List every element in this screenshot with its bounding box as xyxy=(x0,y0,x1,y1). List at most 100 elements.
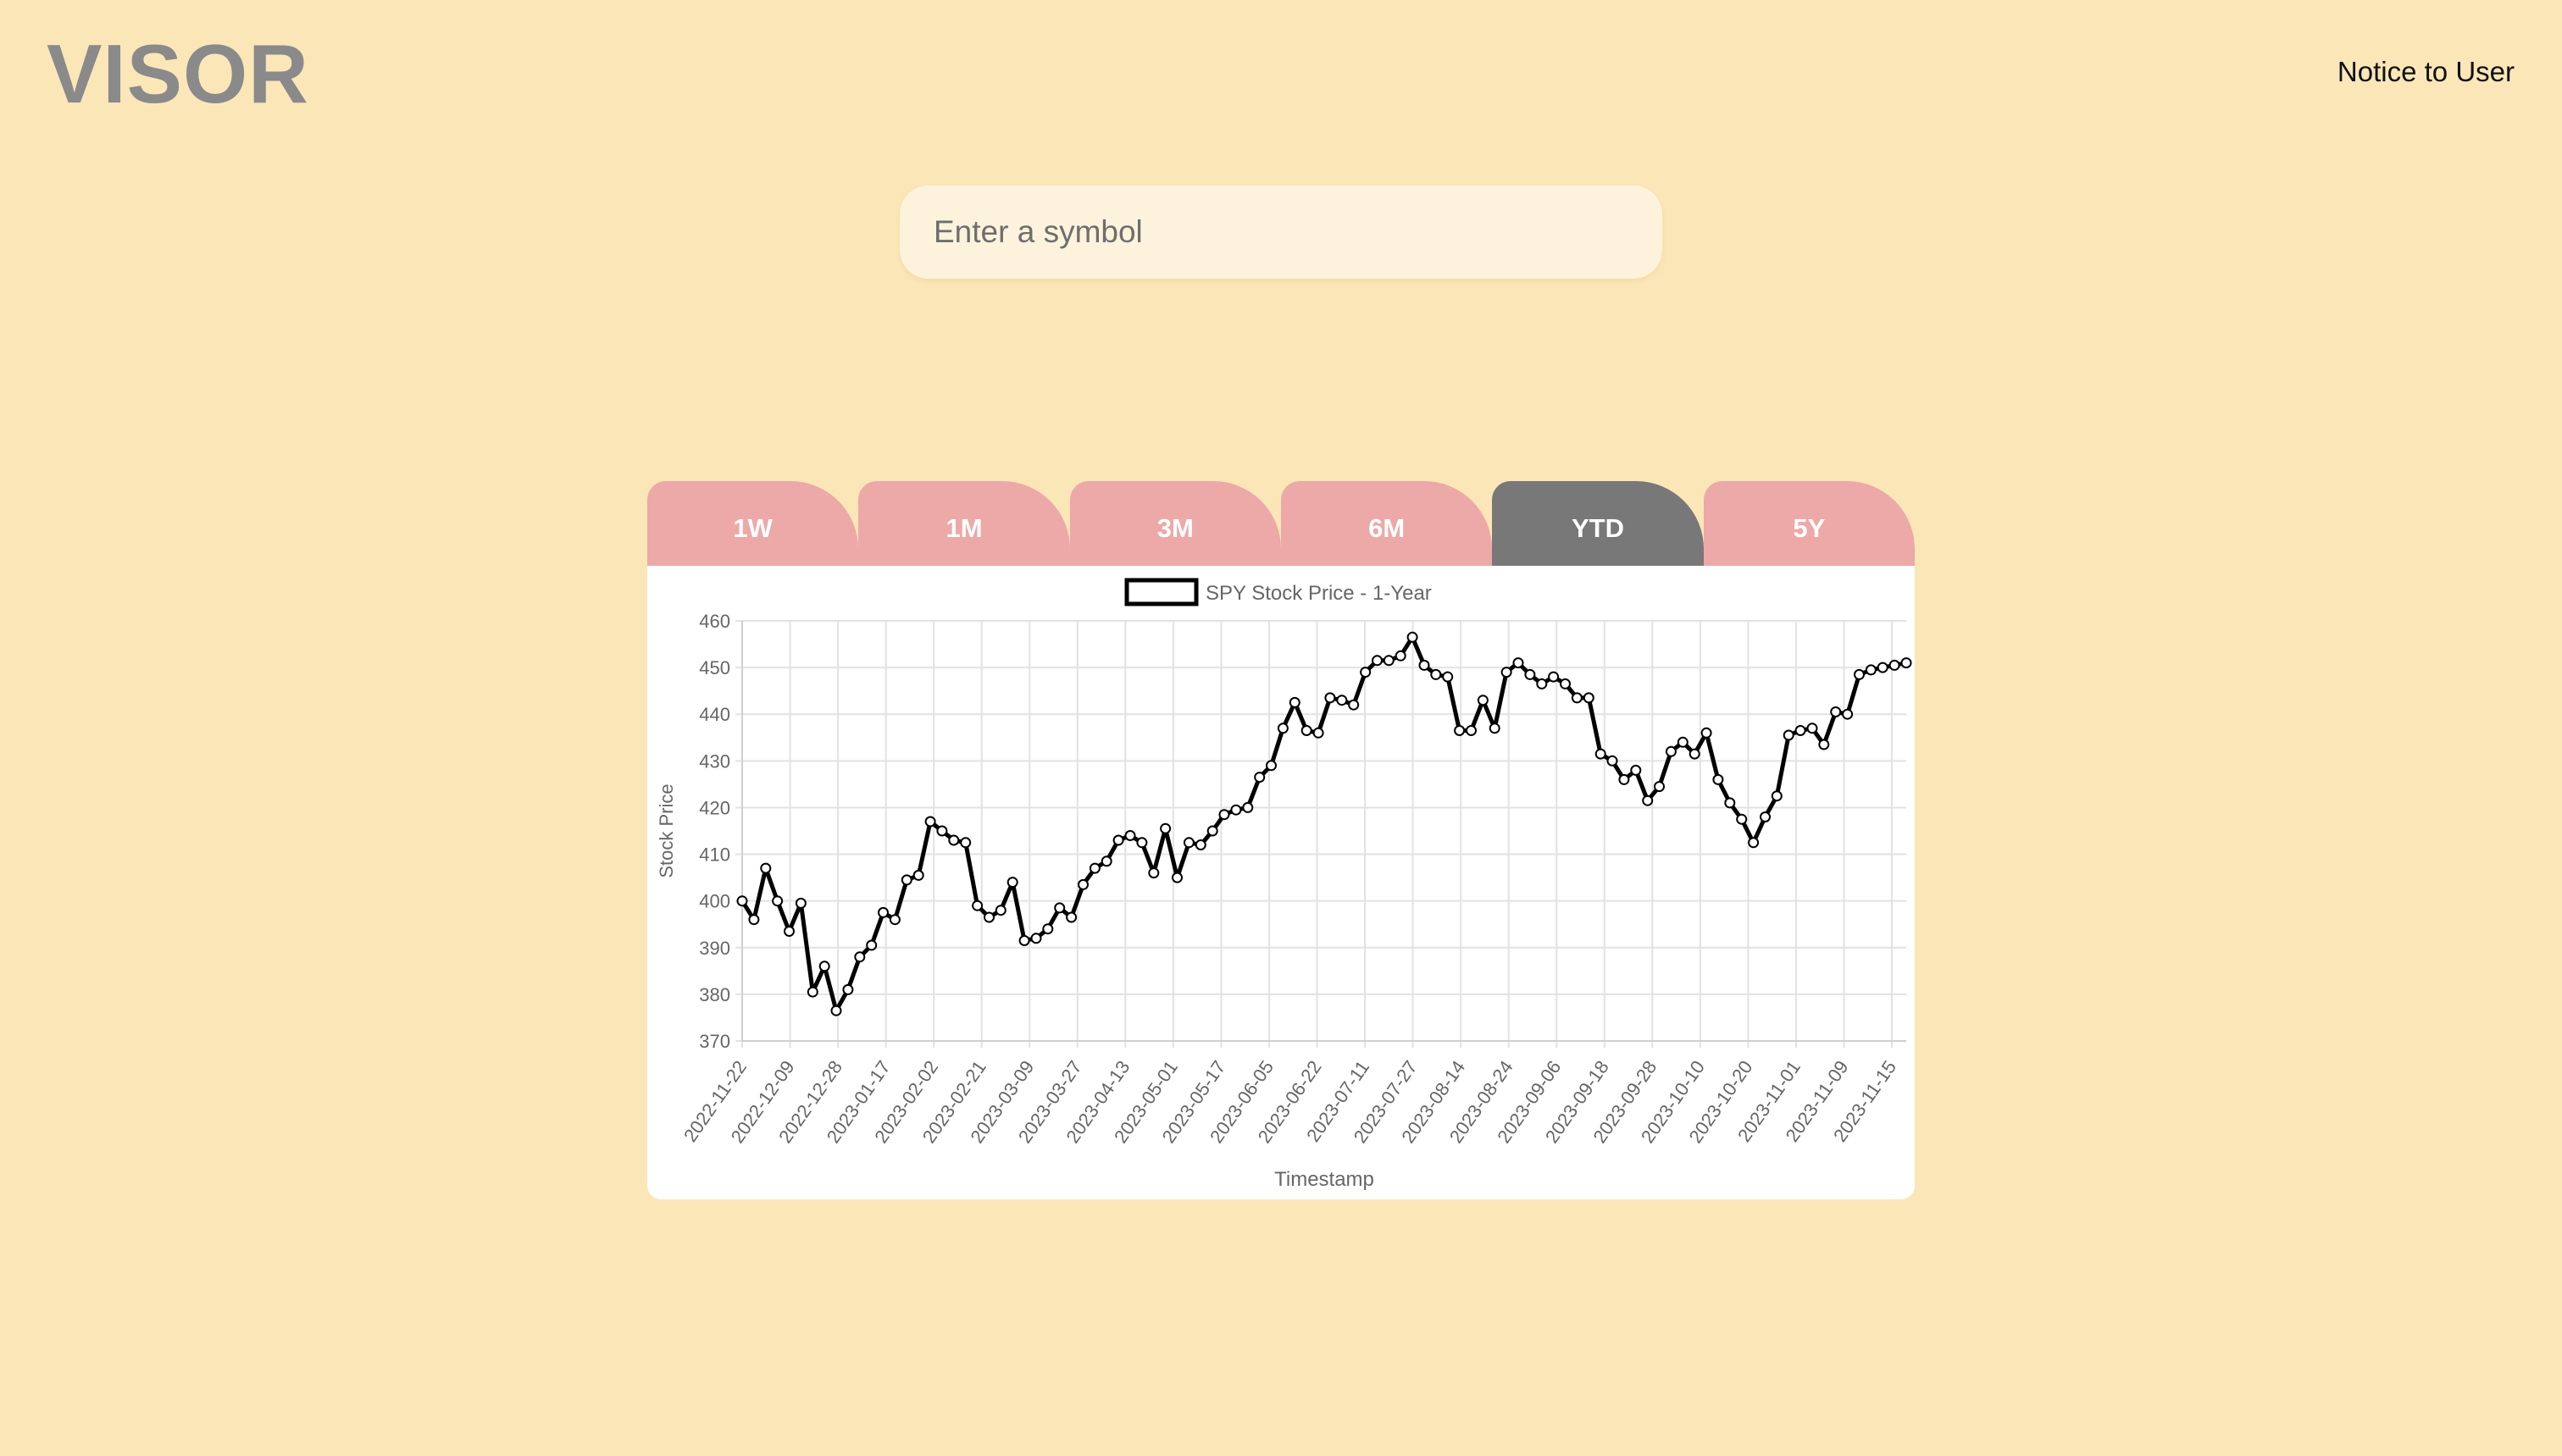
tab-ytd[interactable]: YTD xyxy=(1492,481,1704,567)
price-point[interactable] xyxy=(1089,862,1101,874)
price-point[interactable] xyxy=(1266,760,1277,772)
price-point[interactable] xyxy=(1383,655,1395,667)
price-point[interactable] xyxy=(936,825,948,837)
price-point[interactable] xyxy=(1195,839,1206,850)
price-point[interactable] xyxy=(1806,722,1818,734)
price-point[interactable] xyxy=(984,911,995,923)
price-point[interactable] xyxy=(1395,650,1406,662)
price-point[interactable] xyxy=(760,862,772,874)
price-point[interactable] xyxy=(1700,727,1712,739)
price-point[interactable] xyxy=(1054,902,1066,914)
price-point[interactable] xyxy=(854,951,866,963)
price-point[interactable] xyxy=(1512,657,1524,669)
price-point[interactable] xyxy=(1018,935,1030,946)
price-point[interactable] xyxy=(1124,830,1136,841)
price-point[interactable] xyxy=(1277,722,1289,734)
price-point[interactable] xyxy=(1300,725,1312,736)
price-point[interactable] xyxy=(1794,725,1806,736)
price-point[interactable] xyxy=(1865,664,1877,676)
price-point[interactable] xyxy=(901,874,912,886)
price-point[interactable] xyxy=(736,895,748,907)
price-point[interactable] xyxy=(1654,781,1665,793)
price-point[interactable] xyxy=(1372,655,1383,667)
price-point[interactable] xyxy=(1888,659,1900,671)
tab-3m[interactable]: 3M xyxy=(1069,481,1281,567)
price-point[interactable] xyxy=(1748,837,1760,849)
price-point[interactable] xyxy=(1206,825,1218,837)
price-point[interactable] xyxy=(960,837,972,849)
price-point[interactable] xyxy=(1665,745,1677,757)
price-point[interactable] xyxy=(818,961,830,972)
price-point[interactable] xyxy=(1818,739,1830,750)
symbol-search-input[interactable] xyxy=(900,185,1662,279)
price-point[interactable] xyxy=(1606,755,1618,767)
price-point[interactable] xyxy=(1571,692,1583,704)
price-point[interactable] xyxy=(972,900,984,911)
price-point[interactable] xyxy=(1477,695,1489,706)
price-point[interactable] xyxy=(1900,657,1912,669)
tab-1w[interactable]: 1W xyxy=(647,481,859,567)
price-point[interactable] xyxy=(1183,837,1195,849)
price-point[interactable] xyxy=(772,895,784,907)
price-point[interactable] xyxy=(1289,696,1300,708)
price-point[interactable] xyxy=(807,986,818,998)
price-point[interactable] xyxy=(1771,790,1783,802)
price-point[interactable] xyxy=(1172,872,1183,883)
price-point[interactable] xyxy=(1689,748,1700,760)
price-point[interactable] xyxy=(842,983,854,995)
price-point[interactable] xyxy=(1242,801,1254,813)
price-point[interactable] xyxy=(1854,668,1865,680)
price-point[interactable] xyxy=(1336,695,1348,706)
price-point[interactable] xyxy=(1560,678,1571,689)
price-point[interactable] xyxy=(748,914,760,926)
price-point[interactable] xyxy=(924,816,936,828)
tab-1m[interactable]: 1M xyxy=(858,481,1070,567)
tab-5y[interactable]: 5Y xyxy=(1703,481,1915,567)
price-point[interactable] xyxy=(1406,631,1418,643)
price-point[interactable] xyxy=(1524,668,1536,680)
price-point[interactable] xyxy=(1489,722,1500,734)
price-point[interactable] xyxy=(1783,729,1794,741)
price-point[interactable] xyxy=(1677,736,1689,748)
price-point[interactable] xyxy=(912,869,924,881)
price-point[interactable] xyxy=(1454,725,1466,736)
price-point[interactable] xyxy=(1442,671,1454,683)
price-point[interactable] xyxy=(948,834,960,846)
price-point[interactable] xyxy=(1254,772,1266,783)
chart-legend[interactable]: SPY Stock Price - 1-Year xyxy=(1124,578,1432,606)
price-point[interactable] xyxy=(1324,692,1336,704)
notice-to-user-link[interactable]: Notice to User xyxy=(2337,58,2515,86)
price-point[interactable] xyxy=(1160,822,1172,834)
price-point[interactable] xyxy=(1830,706,1842,717)
tab-6m[interactable]: 6M xyxy=(1280,481,1493,567)
price-point[interactable] xyxy=(878,906,889,918)
price-point[interactable] xyxy=(1006,877,1018,889)
price-point[interactable] xyxy=(1548,671,1560,683)
price-point[interactable] xyxy=(1066,911,1078,923)
price-point[interactable] xyxy=(1042,923,1054,935)
price-point[interactable] xyxy=(1136,837,1148,849)
price-point[interactable] xyxy=(1312,727,1324,739)
price-point[interactable] xyxy=(1877,662,1888,673)
price-point[interactable] xyxy=(795,897,807,909)
price-point[interactable] xyxy=(1736,813,1748,825)
price-point[interactable] xyxy=(995,905,1006,916)
price-point[interactable] xyxy=(1594,748,1606,760)
price-point[interactable] xyxy=(1430,668,1442,680)
price-point[interactable] xyxy=(889,914,901,926)
price-point[interactable] xyxy=(1360,667,1372,678)
price-point[interactable] xyxy=(1842,708,1854,720)
price-point[interactable] xyxy=(1642,794,1654,806)
price-point[interactable] xyxy=(866,939,878,951)
price-point[interactable] xyxy=(784,926,795,937)
price-point[interactable] xyxy=(1630,764,1642,776)
price-point[interactable] xyxy=(1218,809,1230,821)
price-point[interactable] xyxy=(1348,699,1360,711)
price-point[interactable] xyxy=(1724,797,1736,809)
price-point[interactable] xyxy=(1536,678,1548,689)
price-point[interactable] xyxy=(1078,878,1089,890)
price-point[interactable] xyxy=(1101,855,1112,867)
price-point[interactable] xyxy=(830,1005,842,1016)
price-point[interactable] xyxy=(1583,692,1594,704)
price-point[interactable] xyxy=(1418,659,1430,671)
